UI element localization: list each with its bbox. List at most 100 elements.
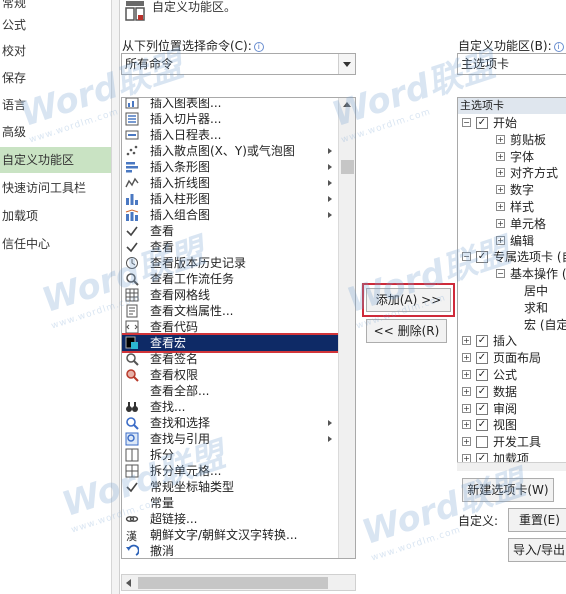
- commands-list[interactable]: 插入图表图... 插入切片器... 插入日程表... 插入散点图(X、Y)或气泡图 插入…: [121, 97, 356, 559]
- expand-icon[interactable]: +: [496, 202, 505, 211]
- command-item[interactable]: 查找和选择: [122, 415, 340, 431]
- command-item[interactable]: 查看宏: [122, 333, 342, 353]
- command-item[interactable]: 拆分单元格...: [122, 463, 340, 479]
- expand-icon[interactable]: +: [496, 168, 505, 178]
- expand-icon[interactable]: +: [496, 185, 505, 195]
- command-item[interactable]: 常量: [122, 495, 340, 511]
- reset-button[interactable]: 重置(E): [508, 508, 566, 532]
- command-item[interactable]: 查看权限: [122, 367, 340, 383]
- checkbox[interactable]: ✓: [476, 352, 488, 365]
- expand-icon[interactable]: +: [496, 218, 505, 228]
- expand-icon[interactable]: +: [496, 151, 505, 161]
- expand-icon[interactable]: +: [496, 134, 505, 144]
- ribbon-tree-item[interactable]: + 数字: [458, 182, 566, 198]
- commands-source-select[interactable]: 所有命令: [121, 53, 356, 75]
- ribbon-tree-item[interactable]: + 剪贴板: [458, 132, 566, 148]
- checkbox[interactable]: ✓: [476, 369, 488, 381]
- chevron-down-icon[interactable]: [338, 54, 355, 74]
- ribbon-tree-item[interactable]: −基本操作 (自: [458, 266, 566, 282]
- ribbon-tree-item[interactable]: + 单元格: [458, 216, 566, 232]
- commands-list-hscrollbar[interactable]: [121, 574, 356, 591]
- ribbon-tree-item[interactable]: + ✓ 页面布局: [458, 350, 566, 366]
- new-tab-button[interactable]: 新建选项卡(W): [462, 478, 554, 502]
- customize-ribbon-select[interactable]: 主选项卡: [457, 53, 566, 75]
- expand-icon[interactable]: +: [462, 336, 471, 346]
- command-item[interactable]: 插入柱形图: [122, 191, 340, 207]
- expand-icon[interactable]: +: [462, 370, 471, 379]
- ribbon-tree-item[interactable]: + 对齐方式: [458, 165, 566, 181]
- nav-item[interactable]: 加载项: [0, 203, 111, 229]
- ribbon-tree-item[interactable]: + ✓ 数据: [458, 384, 566, 400]
- expand-icon[interactable]: +: [496, 235, 505, 245]
- ribbon-tree-item[interactable]: + 字体: [458, 149, 566, 165]
- checkbox[interactable]: ✓: [476, 335, 488, 348]
- command-item[interactable]: 查看: [122, 223, 340, 239]
- ribbon-tree-item[interactable]: + ✓ 视图: [458, 417, 566, 433]
- command-item[interactable]: 插入折线图: [122, 175, 340, 191]
- expand-icon[interactable]: +: [462, 403, 471, 413]
- command-item[interactable]: 查看文档属性...: [122, 303, 340, 319]
- import-export-button[interactable]: 导入/导出: [508, 538, 566, 562]
- nav-item[interactable]: 校对: [0, 38, 111, 64]
- ribbon-tree-item[interactable]: + ✓ 插入: [458, 333, 566, 349]
- checkbox[interactable]: [476, 436, 488, 449]
- command-item[interactable]: 插入日程表...: [122, 127, 340, 143]
- command-item[interactable]: 常规坐标轴类型: [122, 479, 340, 495]
- command-item[interactable]: 插入图表图...: [122, 98, 340, 111]
- command-item[interactable]: 查看全部...: [122, 383, 340, 399]
- collapse-icon[interactable]: −: [496, 269, 505, 279]
- command-item[interactable]: 查看版本历史记录: [122, 255, 340, 271]
- expand-icon[interactable]: +: [462, 420, 471, 430]
- command-item[interactable]: 插入条形图: [122, 159, 340, 175]
- ribbon-tree-hscrollbar[interactable]: [457, 462, 566, 471]
- nav-item[interactable]: 高级: [0, 119, 111, 145]
- checkbox[interactable]: ✓: [476, 385, 488, 398]
- ribbon-tree-item[interactable]: 求和: [458, 300, 566, 316]
- checkbox[interactable]: ✓: [476, 117, 488, 129]
- checkbox[interactable]: ✓: [476, 419, 488, 432]
- command-item[interactable]: 插入组合图: [122, 207, 340, 223]
- command-item[interactable]: 查看网格线: [122, 287, 340, 303]
- collapse-icon[interactable]: −: [462, 118, 471, 127]
- add-button[interactable]: 添加(A) >>: [366, 288, 451, 312]
- ribbon-tree[interactable]: 主选项卡 − ✓ 开始 + 剪贴板 + 字体 + 对齐方式 + 数字 + 样式 + 单元格 + 编辑 − ✓ 专属选项…: [457, 97, 566, 471]
- nav-item[interactable]: 保存: [0, 65, 111, 91]
- ribbon-tree-item[interactable]: 宏 (自定义: [458, 317, 566, 333]
- command-item[interactable]: 撤消: [122, 543, 340, 558]
- nav-item[interactable]: 公式: [0, 12, 111, 38]
- expand-icon[interactable]: +: [462, 386, 471, 396]
- command-item[interactable]: 查看: [122, 239, 340, 255]
- nav-item[interactable]: 信任中心: [0, 231, 111, 257]
- nav-item[interactable]: 语言: [0, 92, 111, 118]
- command-item[interactable]: 漢 朝鲜文字/朝鲜文汉字转换...: [122, 527, 340, 543]
- command-item[interactable]: 插入切片器...: [122, 111, 340, 127]
- ribbon-tree-item[interactable]: 居中: [458, 283, 566, 299]
- command-item[interactable]: 查找与引用: [122, 431, 340, 447]
- command-item[interactable]: 查找...: [122, 399, 340, 415]
- nav-item[interactable]: 自定义功能区: [0, 147, 111, 173]
- command-item[interactable]: 拆分: [122, 447, 340, 463]
- command-item[interactable]: 查看工作流任务: [122, 271, 340, 287]
- hscroll-thumb[interactable]: [138, 577, 328, 589]
- nav-scrollbar[interactable]: [112, 0, 120, 594]
- scroll-left-icon[interactable]: [126, 579, 131, 587]
- remove-button[interactable]: << 删除(R): [366, 319, 447, 343]
- nav-item[interactable]: 快速访问工具栏: [0, 175, 111, 201]
- collapse-icon[interactable]: −: [462, 252, 471, 262]
- ribbon-tree-item[interactable]: + ✓ 审阅: [458, 401, 566, 417]
- scroll-thumb[interactable]: [341, 160, 354, 174]
- command-item[interactable]: 插入散点图(X、Y)或气泡图: [122, 143, 340, 159]
- checkbox[interactable]: ✓: [476, 251, 488, 264]
- command-item[interactable]: 查看签名: [122, 351, 340, 367]
- expand-icon[interactable]: +: [462, 353, 471, 363]
- ribbon-tree-item[interactable]: + 开发工具: [458, 434, 566, 450]
- checkbox[interactable]: ✓: [476, 402, 488, 415]
- scroll-up-icon[interactable]: [343, 102, 351, 107]
- ribbon-tree-item[interactable]: − ✓ 开始: [458, 115, 566, 131]
- command-item[interactable]: 超链接...: [122, 511, 340, 527]
- expand-icon[interactable]: +: [462, 437, 471, 447]
- commands-list-scrollbar[interactable]: [338, 98, 355, 558]
- ribbon-tree-item[interactable]: + ✓ 公式: [458, 367, 566, 383]
- command-item[interactable]: 查看代码: [122, 319, 340, 335]
- ribbon-tree-item[interactable]: + 样式: [458, 199, 566, 215]
